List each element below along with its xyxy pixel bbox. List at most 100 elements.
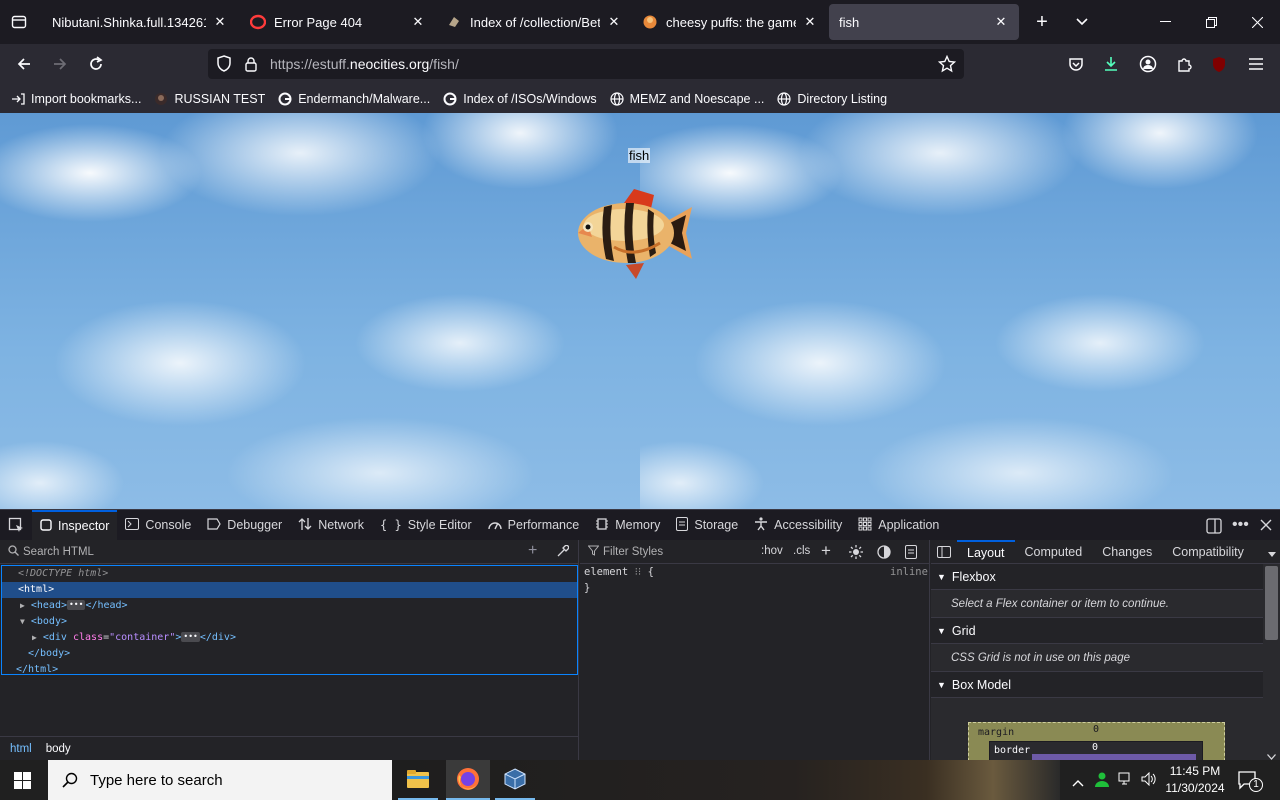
download-icon[interactable] xyxy=(1097,50,1125,78)
people-tray-icon[interactable] xyxy=(1094,771,1110,792)
markup-head-node[interactable]: ▶ <head> ••• </head> xyxy=(2,598,577,614)
volume-icon[interactable] xyxy=(1141,771,1157,791)
clock[interactable]: 11:45 PM 11/30/2024 xyxy=(1162,763,1228,797)
tab-memory[interactable]: Memory xyxy=(587,510,668,541)
notifications-icon[interactable]: 1 xyxy=(1238,770,1263,795)
breadcrumb-html[interactable]: html xyxy=(10,743,32,755)
taskbar-search-input[interactable]: Type here to search xyxy=(48,760,392,800)
box-model-section-header[interactable]: ▼ Box Model xyxy=(931,672,1263,698)
sidebar-toggle-icon[interactable] xyxy=(931,545,957,558)
layout-scrollbar[interactable] xyxy=(1263,564,1280,760)
flexbox-section-header[interactable]: ▼ Flexbox xyxy=(931,564,1263,590)
markup-body-node[interactable]: ▼ <body> xyxy=(2,614,577,630)
bookmark-memz[interactable]: MEMZ and Noescape ... xyxy=(609,91,764,107)
tab-console[interactable]: Console xyxy=(117,510,199,541)
star-icon[interactable] xyxy=(937,54,957,78)
tab-changes[interactable]: Changes xyxy=(1092,540,1162,564)
add-node-icon[interactable]: + xyxy=(528,542,537,560)
tab-inspector[interactable]: Inspector xyxy=(32,509,118,541)
back-icon[interactable] xyxy=(10,50,38,78)
expand-icon[interactable]: ▶ xyxy=(20,601,25,610)
close-window-icon[interactable] xyxy=(1234,0,1280,44)
more-options-icon[interactable]: ••• xyxy=(1232,516,1249,534)
minimize-icon[interactable] xyxy=(1142,0,1188,44)
network-tray-icon[interactable] xyxy=(1118,772,1134,791)
virtualbox-icon[interactable] xyxy=(495,760,535,800)
bookmark-isos[interactable]: Index of /ISOs/Windows xyxy=(442,91,597,107)
bookmark-endermanch[interactable]: Endermanch/Malware... xyxy=(277,91,430,107)
tab-compatibility[interactable]: Compatibility xyxy=(1162,540,1254,564)
dark-theme-icon[interactable] xyxy=(877,545,891,562)
reload-icon[interactable] xyxy=(82,50,110,78)
bookmark-import[interactable]: Import bookmarks... xyxy=(10,91,141,107)
eyedropper-icon[interactable] xyxy=(556,544,570,561)
collapsed-badge[interactable]: ••• xyxy=(181,632,200,642)
expand-icon[interactable]: ▶ xyxy=(32,633,37,642)
markup-doctype[interactable]: <!DOCTYPE html> xyxy=(2,566,577,582)
cls-toggle[interactable]: .cls xyxy=(793,545,810,557)
close-icon[interactable]: ✕ xyxy=(410,14,426,30)
filter-styles-input[interactable]: Filter Styles :hov .cls + xyxy=(580,540,929,564)
menu-icon[interactable] xyxy=(1242,50,1270,78)
tab-layout[interactable]: Layout xyxy=(957,539,1015,564)
tab-fish[interactable]: fish ✕ xyxy=(829,4,1019,40)
tab-computed[interactable]: Computed xyxy=(1015,540,1093,564)
tab-list-icon[interactable] xyxy=(8,12,30,32)
tab-nibutani[interactable]: Nibutani.Shinka.full.1342610.jp ✕ xyxy=(42,4,238,40)
extensions-icon[interactable] xyxy=(1170,50,1198,78)
pocket-icon[interactable] xyxy=(1062,50,1090,78)
shield-icon[interactable] xyxy=(216,55,232,78)
tab-debugger[interactable]: Debugger xyxy=(199,510,290,541)
account-icon[interactable] xyxy=(1134,50,1162,78)
markup-div-node[interactable]: ▶ <div class="container"> ••• </div> xyxy=(2,630,577,646)
chevron-down-icon[interactable] xyxy=(1070,10,1094,34)
forward-icon[interactable] xyxy=(46,50,74,78)
border-value[interactable]: 0 xyxy=(1092,742,1098,753)
grid-section-header[interactable]: ▼ Grid xyxy=(931,618,1263,644)
search-html-input[interactable]: Search HTML + xyxy=(0,540,578,564)
close-icon[interactable]: ✕ xyxy=(212,14,228,30)
element-picker-icon[interactable] xyxy=(0,510,32,541)
url-bar[interactable]: https://estuff.neocities.org/fish/ xyxy=(208,49,964,79)
dock-side-icon[interactable] xyxy=(1206,518,1222,539)
close-devtools-icon[interactable] xyxy=(1260,518,1272,536)
tab-application[interactable]: Application xyxy=(850,510,947,541)
breadcrumb-body[interactable]: body xyxy=(46,743,71,755)
file-explorer-icon[interactable] xyxy=(398,760,438,800)
light-theme-icon[interactable] xyxy=(849,545,863,562)
bookmark-directory-listing[interactable]: Directory Listing xyxy=(776,91,887,107)
box-model-margin[interactable]: margin 0 border 0 xyxy=(968,722,1225,760)
tab-network[interactable]: Network xyxy=(290,510,372,541)
bookmark-russian-test[interactable]: RUSSIAN TEST xyxy=(153,91,265,107)
markup-html-node[interactable]: <html> xyxy=(2,582,577,598)
body-open-tag: <body> xyxy=(30,616,67,627)
margin-value[interactable]: 0 xyxy=(1093,724,1099,735)
hov-toggle[interactable]: :hov xyxy=(761,545,783,557)
restore-icon[interactable] xyxy=(1188,0,1234,44)
tab-cheesy-puffs[interactable]: cheesy puffs: the game ✕ xyxy=(632,4,828,40)
close-icon[interactable]: ✕ xyxy=(802,14,818,30)
layout-overflow-icon[interactable] xyxy=(1267,546,1277,564)
firefox-icon[interactable] xyxy=(446,760,490,800)
box-model-border[interactable]: border 0 xyxy=(989,741,1203,760)
tab-error-404[interactable]: Error Page 404 ✕ xyxy=(240,4,436,40)
close-icon[interactable]: ✕ xyxy=(993,14,1009,30)
close-icon[interactable]: ✕ xyxy=(606,14,622,30)
tab-storage[interactable]: Storage xyxy=(668,510,746,541)
ublock-icon[interactable] xyxy=(1205,50,1233,78)
new-tab-icon[interactable]: + xyxy=(1030,10,1054,34)
lock-icon[interactable] xyxy=(244,56,258,77)
tab-style-editor[interactable]: { } Style Editor xyxy=(372,510,480,541)
collapse-icon[interactable]: ▼ xyxy=(20,617,25,626)
inline-source[interactable]: inline xyxy=(890,566,928,578)
print-media-icon[interactable] xyxy=(905,545,917,562)
windows-start-icon[interactable] xyxy=(14,772,31,794)
add-rule-icon[interactable]: + xyxy=(821,541,831,561)
show-hidden-icons[interactable] xyxy=(1072,774,1084,792)
collapsed-badge[interactable]: ••• xyxy=(66,600,86,610)
div-close-tag: </div> xyxy=(199,632,236,643)
tab-accessibility[interactable]: Accessibility xyxy=(746,510,850,541)
tab-performance[interactable]: Performance xyxy=(480,510,588,541)
tab-index-collection[interactable]: Index of /collection/Betas ✕ xyxy=(436,4,632,40)
scroll-thumb[interactable] xyxy=(1265,566,1278,640)
